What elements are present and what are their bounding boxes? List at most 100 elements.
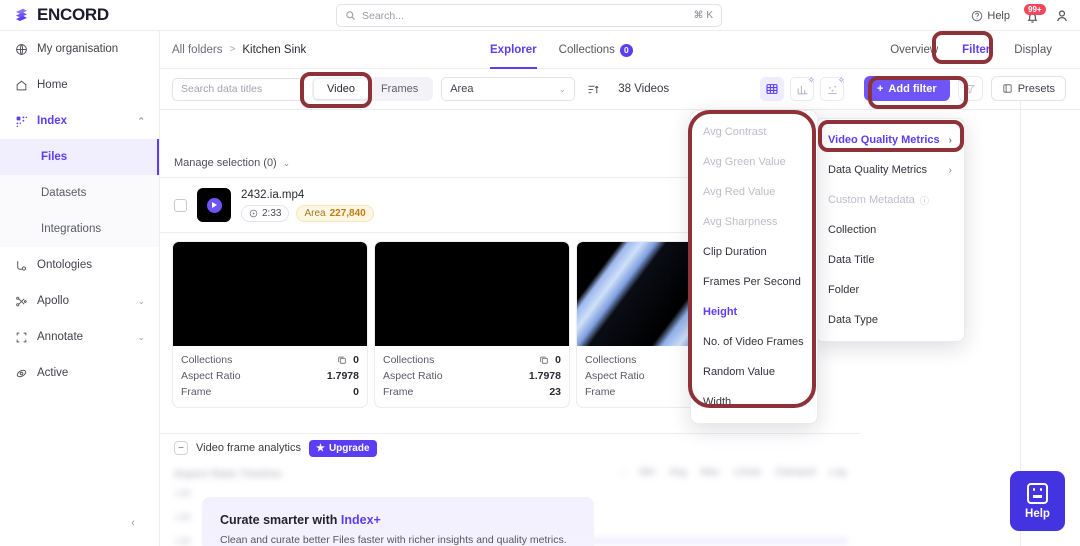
tab-filter[interactable]: Filter (962, 31, 990, 69)
menu-item-data-title[interactable]: Data Title (816, 245, 964, 275)
chart-control-max: Max (700, 467, 720, 478)
star-icon: ★ (315, 442, 325, 454)
brand-name: ENCORD (37, 5, 109, 24)
analytics-title: Video frame analytics (196, 442, 301, 454)
view-mode-grid[interactable] (760, 77, 784, 101)
menu-item-folder[interactable]: Folder (816, 275, 964, 305)
card-thumbnail (375, 242, 569, 346)
submenu-item-no-of-video-frames[interactable]: No. of Video Frames (691, 327, 817, 357)
menu-item-label: Avg Green Value (703, 156, 786, 168)
segment-video[interactable]: Video (314, 79, 368, 99)
menu-item-video-quality-metrics[interactable]: Video Quality Metrics › (816, 125, 964, 155)
sidebar-item-datasets[interactable]: Datasets (0, 175, 159, 211)
menu-item-label: Avg Contrast (703, 126, 767, 138)
submenu-item-clip-duration[interactable]: Clip Duration (691, 237, 817, 267)
metric-select[interactable]: Area ⌄ (441, 77, 576, 101)
sort-order-button[interactable] (583, 77, 604, 101)
row-checkbox[interactable] (174, 198, 187, 212)
card-value: 0 (555, 354, 561, 366)
global-search-input[interactable]: Search... ⌘ K (336, 4, 722, 27)
media-card[interactable]: Collections 0 Aspect Ratio 1.7978 Frame … (172, 241, 368, 408)
sidebar-item-index[interactable]: Index ⌃ (0, 103, 159, 139)
user-avatar-icon[interactable] (1054, 8, 1070, 24)
breadcrumb-root[interactable]: All folders (172, 44, 223, 56)
submenu-item-avg-red-value: Avg Red Value (691, 177, 817, 207)
upgrade-chip[interactable]: ★ Upgrade (308, 439, 377, 457)
card-row-frame: Frame 23 (383, 384, 561, 400)
center-tabs: Explorer Collections 0 (490, 31, 633, 69)
brand-logo[interactable]: ENCORD (0, 5, 160, 25)
menu-item-data-type[interactable]: Data Type (816, 305, 964, 335)
card-metadata: Collections 0 Aspect Ratio 1.7978 Frame … (375, 346, 569, 407)
sidebar-label-index: Index (37, 115, 68, 127)
grid-dots-icon (14, 114, 28, 128)
clear-filters-button[interactable] (957, 76, 983, 101)
menu-item-label: No. of Video Frames (703, 336, 804, 348)
sidebar-label-active: Active (37, 367, 69, 379)
menu-item-collection[interactable]: Collection (816, 215, 964, 245)
media-card[interactable]: Collections 0 Aspect Ratio 1.7978 Frame … (374, 241, 570, 408)
promo-heading-accent: Index+ (340, 513, 381, 527)
sidebar-item-home[interactable]: Home (0, 67, 159, 103)
search-data-titles-placeholder: Search data titles (181, 83, 263, 95)
sidebar-item-my-organisation[interactable]: My organisation (0, 31, 159, 67)
sidebar-label-apollo: Apollo (37, 295, 69, 307)
menu-item-data-quality-metrics[interactable]: Data Quality Metrics › (816, 155, 964, 185)
card-value: 1.7978 (326, 370, 359, 382)
sidebar-item-integrations[interactable]: Integrations (0, 211, 159, 247)
y-tick: 1.80 (174, 512, 191, 522)
filter-off-icon (965, 84, 976, 94)
view-mode-bar-chart[interactable]: ✧ (790, 75, 815, 101)
card-key: Collections (585, 354, 637, 366)
search-icon (346, 11, 356, 21)
segment-frames[interactable]: Frames (368, 79, 431, 99)
view-mode-scatter[interactable]: ✧ (820, 75, 845, 101)
tab-display-label: Display (1014, 44, 1052, 56)
row-chips: 2:33 Area 227,840 (241, 204, 374, 222)
help-button[interactable]: Help (971, 10, 1010, 22)
help-circle-icon (972, 10, 983, 21)
help-widget-button[interactable]: Help (1010, 471, 1065, 531)
chevron-down-icon: ⌄ (282, 157, 291, 168)
submenu-item-random-value[interactable]: Random Value (691, 357, 817, 387)
presets-label: Presets (1017, 82, 1055, 95)
presets-button[interactable]: Presets (990, 76, 1066, 101)
tab-display[interactable]: Display (1014, 31, 1052, 69)
submenu-item-height[interactable]: Height (691, 297, 817, 327)
card-value-wrap: 0 (539, 354, 561, 366)
menu-item-label: Video Quality Metrics (828, 134, 940, 146)
area-chip-value: 227,840 (329, 207, 366, 219)
sidebar-label-integrations: Integrations (41, 223, 102, 235)
tab-explorer[interactable]: Explorer (490, 31, 537, 69)
card-row-aspect-ratio: Aspect Ratio 1.7978 (181, 368, 359, 384)
tab-overview[interactable]: Overview (890, 31, 938, 69)
collapse-minus-icon[interactable]: − (174, 441, 188, 455)
chevron-down-icon: ⌄ (137, 295, 145, 306)
add-filter-button[interactable]: + Add filter (863, 76, 950, 101)
search-data-titles-input[interactable]: Search data titles (172, 77, 304, 101)
sidebar-collapse-button[interactable]: ‹ (124, 514, 142, 532)
sidebar-item-active[interactable]: Active (0, 355, 159, 391)
sidebar-item-ontologies[interactable]: Ontologies (0, 247, 159, 283)
card-key: Frame (585, 386, 616, 398)
toolbar: Search data titles Video Frames Area ⌄ 3 (160, 69, 1080, 110)
sidebar-item-annotate[interactable]: Annotate ⌄ (0, 319, 159, 355)
notifications-button[interactable]: 99+ (1023, 3, 1046, 25)
tab-overview-label: Overview (890, 44, 939, 56)
submenu-item-frames-per-second[interactable]: Frames Per Second (691, 267, 817, 297)
help-widget-label: Help (1025, 507, 1050, 520)
sort-icon (588, 85, 599, 93)
search-shortcut-hint: ⌘ K (693, 10, 713, 21)
card-key: Collections (181, 354, 233, 366)
menu-item-label: Clip Duration (703, 246, 767, 258)
submenu-item-width[interactable]: Width (691, 387, 817, 417)
tab-collections[interactable]: Collections 0 (559, 31, 633, 69)
row-metadata: 2432.ia.mp4 2:33 Area 227,840 (241, 189, 374, 222)
sidebar-item-files[interactable]: Files (0, 139, 159, 175)
home-icon (14, 78, 28, 92)
sidebar-label-home: Home (37, 79, 68, 91)
sidebar-item-apollo[interactable]: Apollo ⌄ (0, 283, 159, 319)
menu-item-label: Width (703, 396, 732, 408)
annotate-icon (14, 330, 28, 344)
add-filter-label: Add filter (888, 82, 937, 95)
